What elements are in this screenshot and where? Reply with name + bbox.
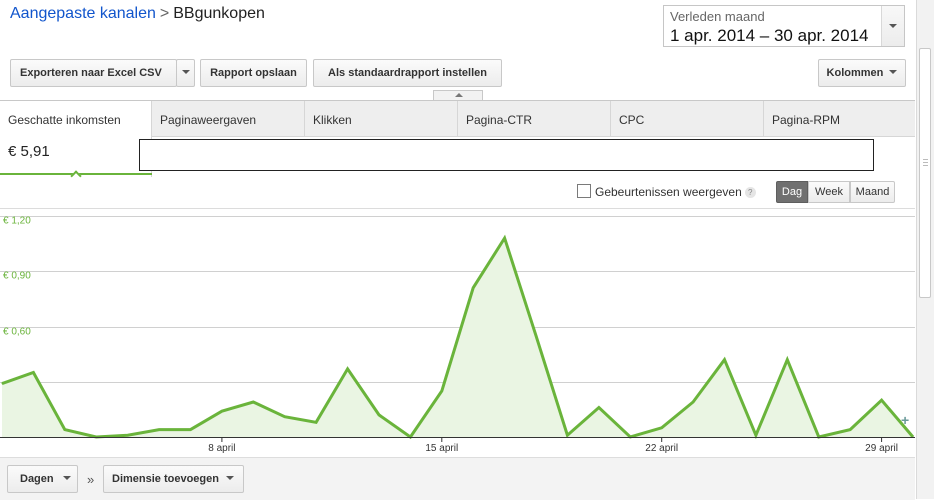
data-point	[849, 429, 851, 431]
data-point	[441, 390, 443, 392]
chevron-down-icon	[226, 476, 235, 480]
date-range-picker[interactable]: Verleden maand 1 apr. 2014 – 30 apr. 201…	[663, 5, 905, 47]
set-default-report-button[interactable]: Als standaardrapport instellen	[313, 59, 502, 87]
y-tick-label: € 0,60	[3, 327, 31, 338]
help-icon[interactable]: ?	[744, 187, 756, 198]
data-point	[347, 368, 349, 370]
metric-sparkline-placeholder	[139, 139, 874, 171]
data-point	[221, 410, 223, 412]
data-point	[190, 429, 191, 431]
data-point	[472, 287, 474, 289]
data-point	[158, 429, 160, 431]
scrollbar-grip	[923, 159, 928, 160]
tab-label: Geschatte inkomsten	[8, 113, 121, 127]
set-default-report-label: Als standaardrapport instellen	[328, 67, 487, 79]
add-annotation-icon[interactable]: +	[901, 412, 909, 428]
scrollbar-grip	[923, 165, 928, 166]
x-tick-label: 8 april	[208, 443, 235, 454]
dimension-days-label: Dagen	[20, 473, 54, 485]
export-csv-label: Exporteren naar Excel CSV	[20, 67, 162, 79]
add-dimension-button[interactable]: Dimensie toevoegen	[103, 465, 244, 493]
breadcrumb-link-custom-channels[interactable]: Aangepaste kanalen	[10, 5, 156, 22]
granularity-month-button[interactable]: Maand	[850, 181, 895, 203]
granularity-day-button[interactable]: Dag	[776, 181, 808, 203]
data-point	[252, 401, 254, 403]
tab-pageviews[interactable]: Paginaweergaven	[152, 101, 305, 137]
tab-label: Klikken	[313, 113, 352, 127]
data-point	[786, 359, 788, 361]
columns-button[interactable]: Kolommen	[818, 59, 906, 87]
chevron-down-icon	[62, 476, 71, 480]
data-point	[755, 434, 757, 436]
save-report-button[interactable]: Rapport opslaan	[200, 59, 307, 87]
date-range-label: Verleden maand	[670, 9, 765, 24]
data-point	[315, 421, 317, 423]
data-point	[64, 429, 66, 431]
data-point	[284, 416, 286, 418]
tab-label: Paginaweergaven	[160, 113, 257, 127]
tab-page-ctr[interactable]: Pagina-CTR	[458, 101, 611, 137]
show-events-toggle[interactable]: Gebeurtenissen weergeven?	[577, 184, 756, 199]
metric-value: € 5,91	[8, 143, 50, 160]
tab-clicks[interactable]: Klikken	[305, 101, 458, 137]
chevron-down-icon	[889, 70, 898, 74]
y-tick-label: € 1,20	[3, 216, 31, 227]
chevron-up-icon	[455, 93, 463, 97]
collapse-toggle[interactable]	[433, 90, 483, 100]
columns-label: Kolommen	[826, 67, 884, 79]
x-tick-label: 22 april	[645, 443, 678, 454]
breadcrumb-chevron: »	[87, 472, 95, 487]
data-point	[504, 237, 506, 239]
save-report-label: Rapport opslaan	[210, 67, 297, 79]
x-tick-label: 29 april	[865, 443, 898, 454]
breadcrumb-separator: >	[159, 5, 170, 22]
data-point	[598, 407, 600, 408]
granularity-week-button[interactable]: Week	[808, 181, 850, 203]
data-point	[32, 372, 34, 373]
tab-label: CPC	[619, 113, 645, 127]
export-dropdown-button[interactable]	[176, 59, 195, 87]
chevron-down-icon	[181, 70, 190, 74]
scrollbar[interactable]	[916, 0, 934, 499]
breadcrumb: Aangepaste kanalen > BBgunkopen	[10, 5, 265, 23]
show-events-checkbox[interactable]	[577, 184, 591, 198]
data-point	[1, 383, 3, 385]
tab-label: Pagina-RPM	[772, 113, 841, 127]
tab-estimated-earnings[interactable]: Geschatte inkomsten € 5,91	[0, 101, 152, 182]
data-point	[535, 335, 537, 337]
y-tick-label: € 0,90	[3, 271, 31, 282]
data-point	[378, 414, 380, 416]
data-point	[661, 427, 663, 429]
date-range-dropdown-button[interactable]	[881, 6, 904, 46]
breadcrumb-current: BBgunkopen	[173, 5, 265, 22]
data-point	[724, 359, 725, 361]
scrollbar-grip	[923, 162, 928, 163]
scrollbar-thumb[interactable]	[919, 48, 931, 298]
data-point	[127, 434, 129, 436]
date-range-value: 1 apr. 2014 – 30 apr. 2014	[670, 26, 869, 45]
x-tick-label: 15 april	[425, 443, 458, 454]
earnings-chart: € 1,20€ 0,90€ 0,60€ 0,308 april15 april2…	[0, 208, 915, 454]
export-csv-button[interactable]: Exporteren naar Excel CSV	[10, 59, 177, 87]
data-point	[881, 399, 883, 401]
chevron-down-icon	[889, 24, 897, 28]
show-events-label: Gebeurtenissen weergeven	[595, 185, 742, 199]
tab-page-rpm[interactable]: Pagina-RPM	[764, 101, 915, 137]
tab-label: Pagina-CTR	[466, 113, 533, 127]
data-point	[692, 401, 694, 403]
dimension-days-button[interactable]: Dagen	[7, 465, 78, 493]
tab-cpc[interactable]: CPC	[611, 101, 764, 137]
data-point	[566, 434, 568, 436]
add-dimension-label: Dimensie toevoegen	[112, 473, 219, 485]
